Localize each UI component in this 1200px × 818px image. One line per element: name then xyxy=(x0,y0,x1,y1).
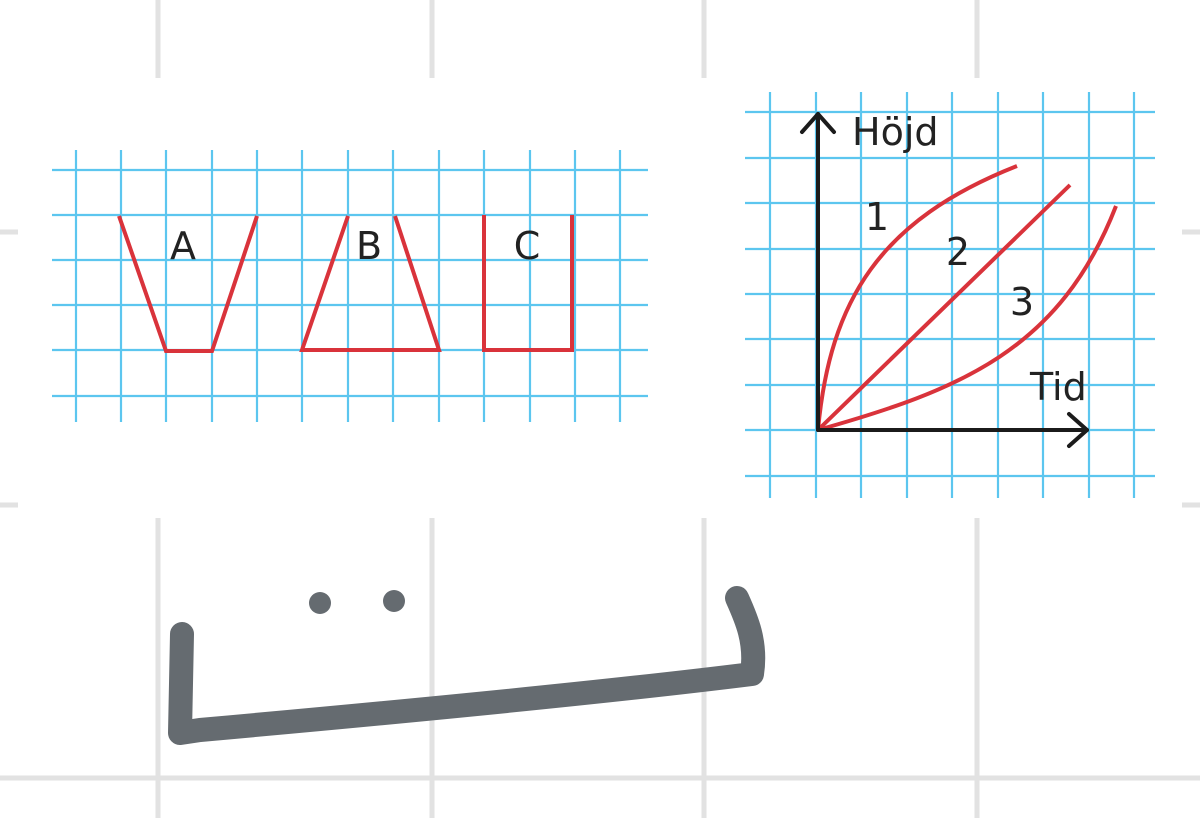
height-time-graph[interactable]: Höjd Tid 1 2 3 xyxy=(735,82,1165,507)
y-axis-label: Höjd xyxy=(852,110,939,154)
whiteboard-canvas[interactable]: A B C Höjd Tid 1 2 3 xyxy=(0,0,1200,818)
containers-figure[interactable]: A B C xyxy=(30,140,670,440)
ink-stroke xyxy=(168,586,766,745)
ink-dot-left xyxy=(309,592,331,614)
container-b-label: B xyxy=(356,224,382,268)
curve-1-label: 1 xyxy=(865,195,889,239)
ink-dot-right xyxy=(383,590,405,612)
curve-3-label: 3 xyxy=(1010,280,1034,324)
handwritten-annotation[interactable] xyxy=(168,586,766,745)
x-axis-label: Tid xyxy=(1029,365,1087,409)
container-a-label: A xyxy=(170,224,196,268)
container-c-label: C xyxy=(514,224,541,268)
curve-2-label: 2 xyxy=(946,230,970,274)
